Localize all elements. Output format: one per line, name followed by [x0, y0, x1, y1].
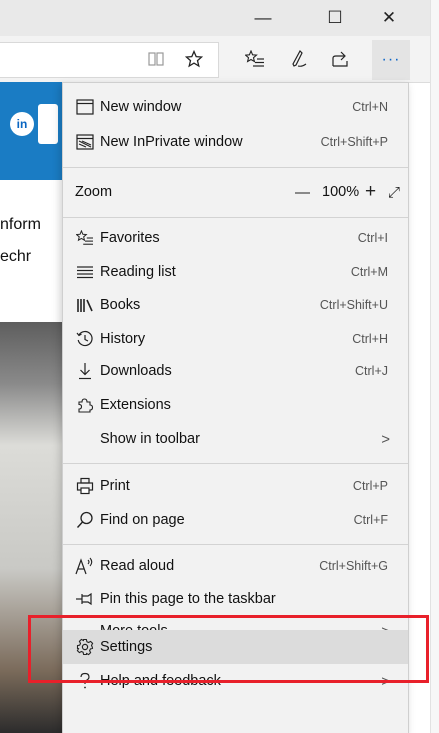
maximize-button[interactable]: ☐: [312, 0, 358, 36]
shortcut-label: Ctrl+Shift+U: [319, 298, 388, 312]
menu-item-label: Print: [100, 478, 130, 494]
linkedin-icon[interactable]: in: [10, 112, 34, 136]
menu-item-zoom: Zoom — 100% + ⤢: [63, 175, 408, 209]
menu-item-label: New InPrivate window: [100, 134, 243, 150]
shortcut-label: Ctrl+H: [352, 332, 388, 346]
menu-item-label: New window: [100, 99, 182, 115]
pin-icon: [73, 587, 97, 611]
menu-item-label: History: [100, 331, 146, 347]
menu-item-new-inprivate[interactable]: New InPrivate window Ctrl+Shift+P: [63, 126, 408, 158]
menu-item-label: Downloads: [100, 363, 172, 379]
zoom-label: Zoom: [75, 184, 113, 200]
history-icon: [73, 327, 97, 351]
chevron-right-icon: >: [381, 430, 390, 448]
menu-item-find-on-page[interactable]: Find on page Ctrl+F: [63, 504, 408, 536]
menu-item-reading-list[interactable]: Reading list Ctrl+M: [63, 256, 408, 288]
banner-block: [38, 104, 58, 144]
shortcut-label: Ctrl+J: [355, 364, 388, 378]
pen-icon[interactable]: [284, 44, 312, 74]
share-icon[interactable]: [326, 44, 354, 74]
printer-icon: [73, 474, 97, 498]
page-text-fragment-2: echr: [0, 248, 32, 265]
favorites-list-icon[interactable]: [241, 44, 269, 74]
menu-item-label: Reading list: [100, 264, 176, 280]
linkedin-banner: in: [0, 82, 70, 180]
read-aloud-icon: [73, 554, 97, 578]
menu-item-label: Show in toolbar: [100, 431, 200, 447]
menu-divider: [63, 167, 408, 168]
download-icon: [73, 359, 97, 383]
shortcut-label: Ctrl+Shift+G: [319, 559, 388, 573]
full-screen-icon[interactable]: ⤢: [388, 184, 400, 201]
inprivate-window-icon: [73, 130, 97, 154]
zoom-in-button[interactable]: +: [365, 181, 376, 203]
menu-item-label: Pin this page to the taskbar: [100, 591, 276, 607]
shortcut-label: Ctrl+M: [350, 265, 388, 279]
page-text-fragment-1: nform: [0, 216, 41, 233]
menu-item-downloads[interactable]: Downloads Ctrl+J: [63, 355, 408, 387]
shortcut-label: Ctrl+P: [352, 479, 388, 493]
menu-item-label: Extensions: [100, 397, 171, 413]
zoom-level: 100%: [322, 184, 360, 200]
menu-item-label: Read aloud: [100, 558, 175, 574]
star-icon[interactable]: [180, 44, 208, 74]
favorites-list-icon: [73, 226, 97, 250]
shortcut-label: Ctrl+F: [353, 513, 388, 527]
minimize-button[interactable]: —: [240, 0, 286, 36]
zoom-out-button[interactable]: —: [295, 184, 310, 201]
menu-item-extensions[interactable]: Extensions: [63, 389, 408, 421]
menu-item-label: Books: [100, 297, 141, 313]
books-icon: [73, 293, 97, 317]
menu-item-print[interactable]: Print Ctrl+P: [63, 470, 408, 502]
menu-item-read-aloud[interactable]: Read aloud Ctrl+Shift+G: [63, 550, 408, 582]
window-edge: [430, 0, 439, 733]
menu-item-new-window[interactable]: New window Ctrl+N: [63, 91, 408, 123]
menu-divider: [63, 463, 408, 464]
browser-toolbar: ···: [0, 36, 430, 83]
close-button[interactable]: ✕: [366, 0, 412, 36]
menu-item-pin-taskbar[interactable]: Pin this page to the taskbar: [63, 583, 408, 615]
window-icon: [73, 95, 97, 119]
menu-item-label: Find on page: [100, 512, 185, 528]
shortcut-label: Ctrl+N: [352, 100, 388, 114]
address-bar[interactable]: [0, 42, 219, 78]
reading-list-icon: [73, 260, 97, 284]
menu-item-favorites[interactable]: Favorites Ctrl+I: [63, 222, 408, 254]
menu-item-history[interactable]: History Ctrl+H: [63, 323, 408, 355]
menu-item-label: Favorites: [100, 230, 160, 246]
book-icon[interactable]: [142, 44, 170, 74]
browser-window: — ☐ ✕ ··· in nform echr New window Ctrl+…: [0, 0, 439, 733]
search-icon: [73, 508, 97, 532]
title-bar: — ☐ ✕: [0, 0, 430, 36]
menu-item-show-in-toolbar[interactable]: Show in toolbar >: [63, 423, 408, 455]
highlight-box: [28, 615, 429, 683]
more-button[interactable]: ···: [372, 40, 410, 80]
menu-item-books[interactable]: Books Ctrl+Shift+U: [63, 289, 408, 321]
shortcut-label: Ctrl+Shift+P: [320, 135, 388, 149]
menu-divider: [63, 544, 408, 545]
shortcut-label: Ctrl+I: [357, 231, 388, 245]
puzzle-icon: [73, 393, 97, 417]
menu-divider: [63, 217, 408, 218]
